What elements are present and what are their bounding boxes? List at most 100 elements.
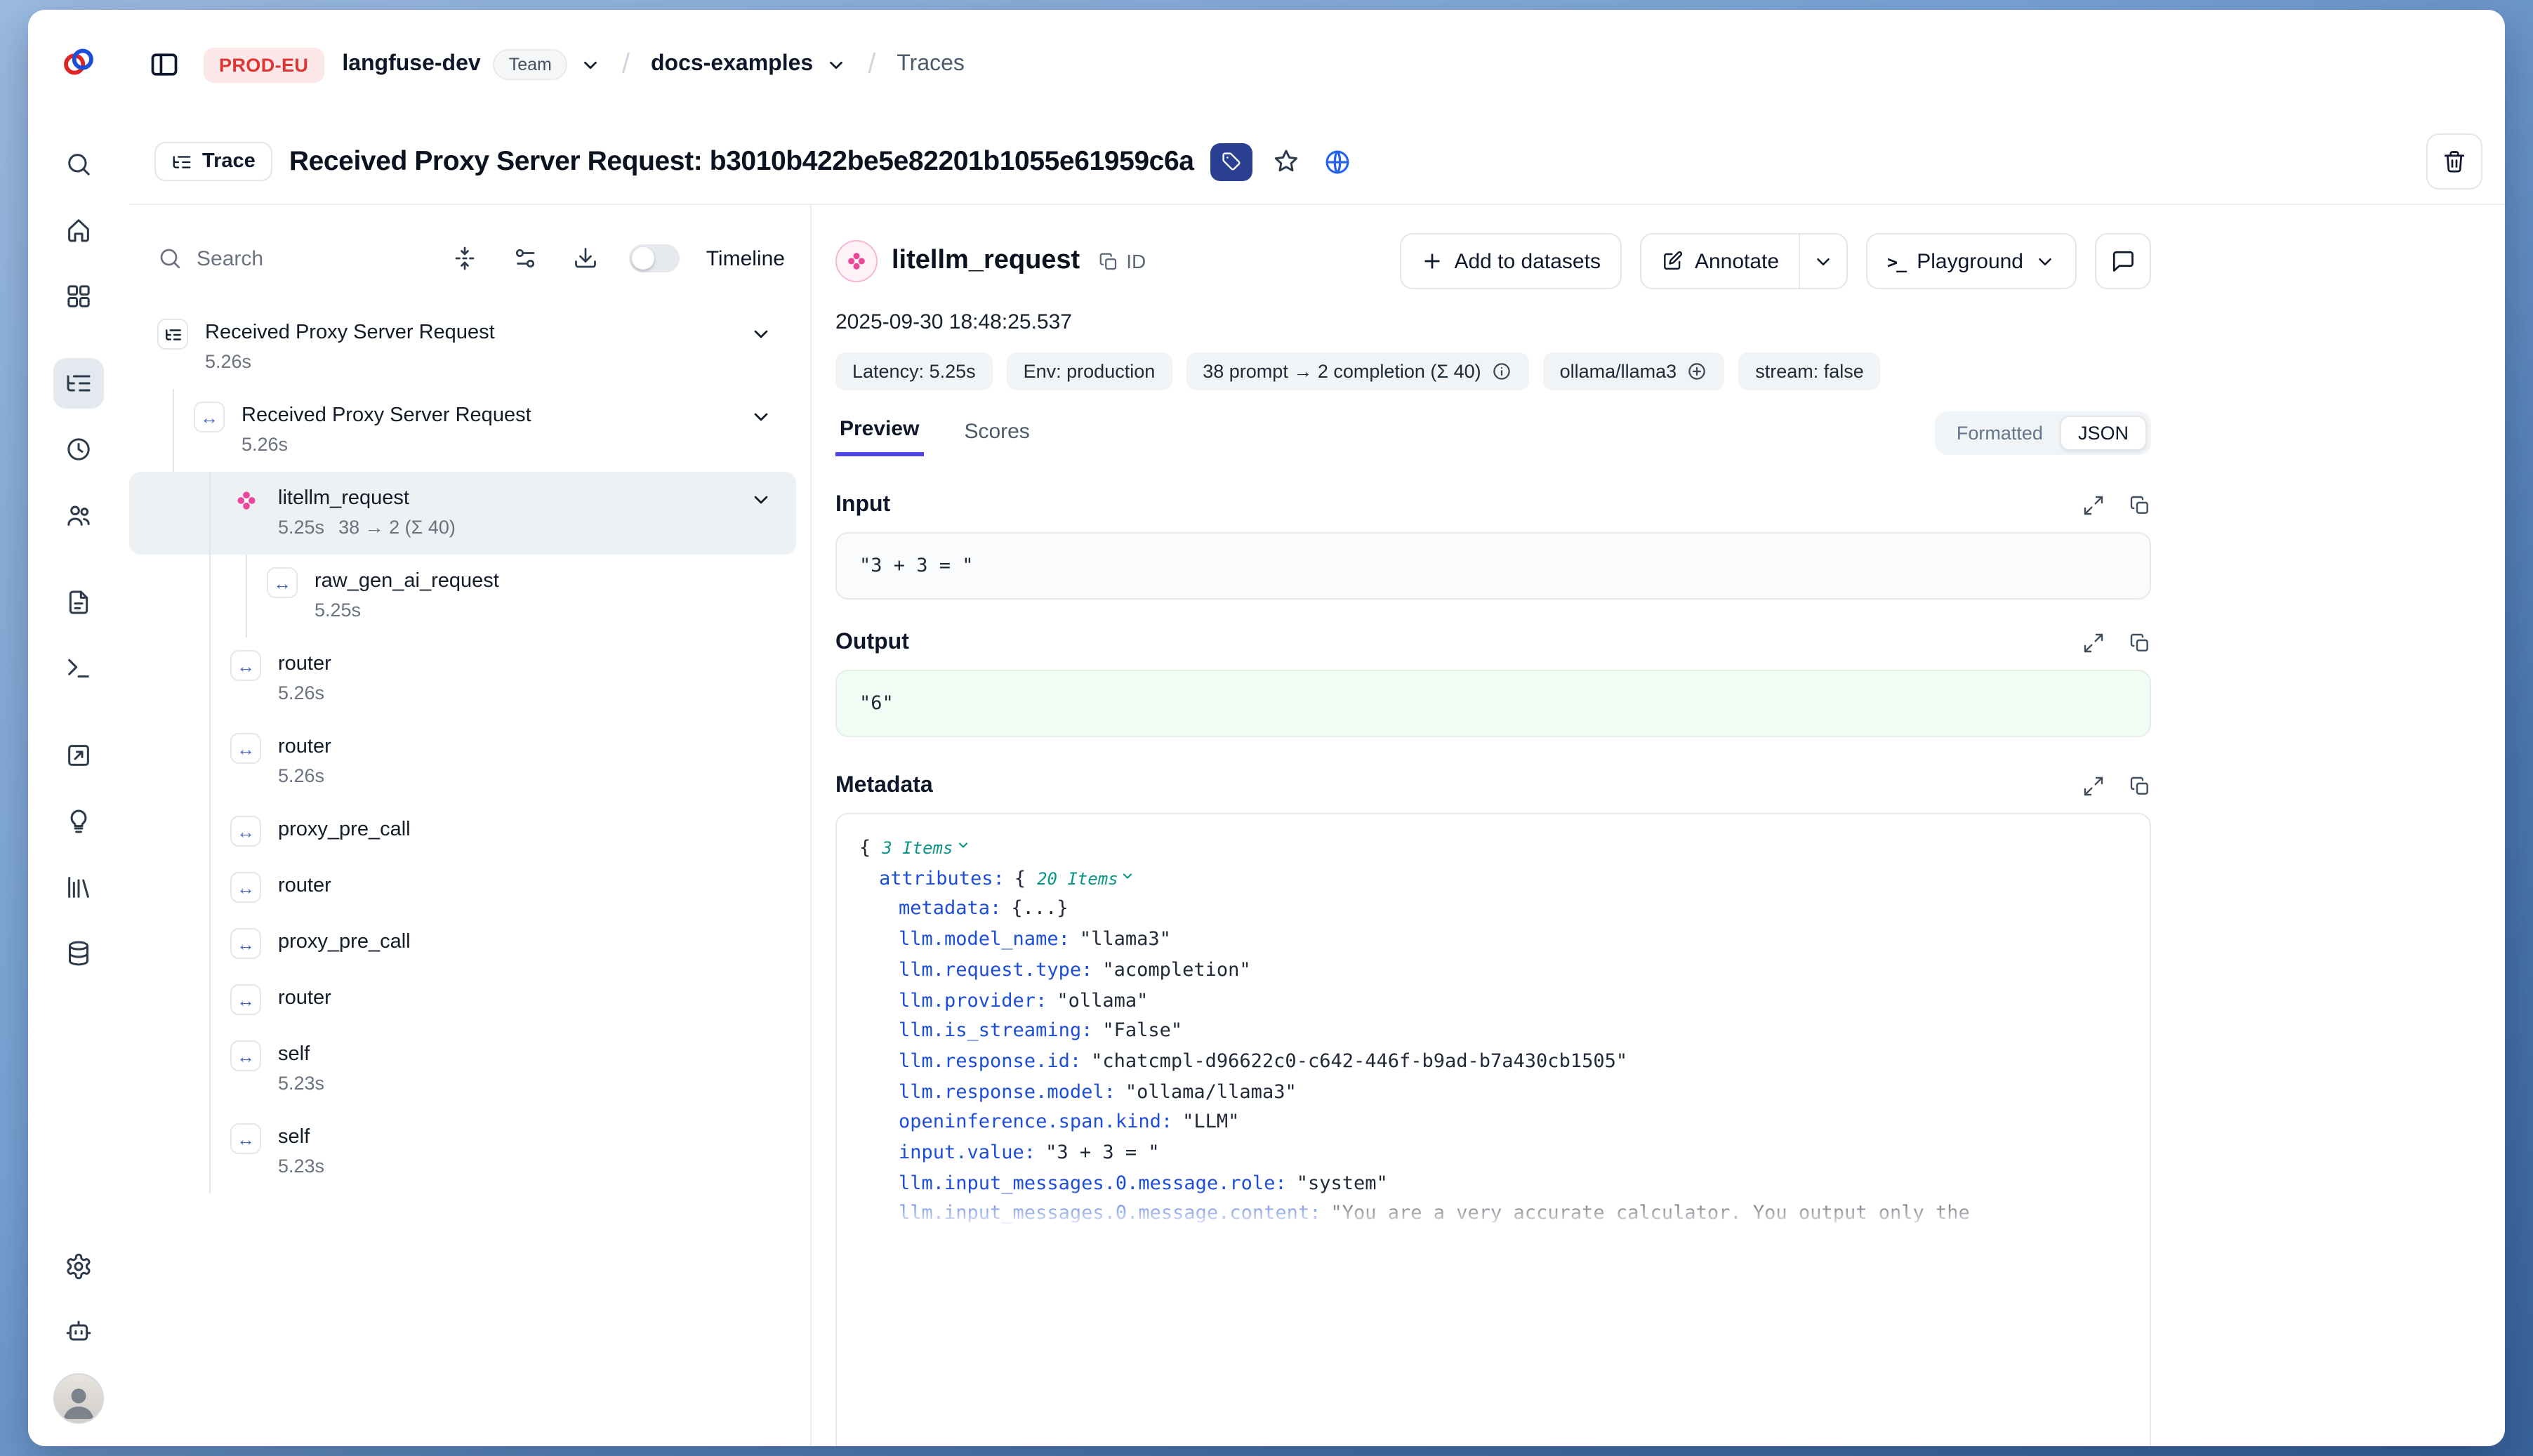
download-icon[interactable] bbox=[573, 246, 598, 271]
span-type-icon: ↔ bbox=[230, 816, 261, 847]
observation-name: litellm_request bbox=[278, 484, 456, 512]
tab[interactable]: Scores bbox=[960, 411, 1033, 454]
project-switcher[interactable]: docs-examples bbox=[651, 52, 847, 77]
items-chevron-icon[interactable] bbox=[955, 838, 970, 852]
search-input[interactable] bbox=[197, 246, 362, 270]
users-icon[interactable] bbox=[53, 490, 104, 541]
json-key[interactable]: llm.request.type: bbox=[899, 959, 1092, 981]
chevron-down-icon[interactable] bbox=[750, 406, 772, 428]
playground-button[interactable]: >_ Playground bbox=[1866, 233, 2077, 289]
trace-type-pill: Trace bbox=[154, 142, 272, 181]
chevron-down-icon[interactable] bbox=[750, 323, 772, 345]
org-switcher[interactable]: langfuse-dev Team bbox=[342, 49, 601, 80]
json-key[interactable]: metadata: bbox=[899, 898, 1001, 920]
insights-icon[interactable] bbox=[53, 796, 104, 847]
tree-row[interactable]: ↔ Received Proxy Server Request 5.26s bbox=[129, 389, 796, 472]
attribute-badge[interactable]: stream: false bbox=[1738, 352, 1881, 390]
json-key[interactable]: attributes: bbox=[879, 867, 1005, 889]
collapse-observations-icon[interactable] bbox=[452, 246, 477, 271]
observation-duration: 5.26s bbox=[278, 682, 324, 703]
observation-tree: Received Proxy Server Request 5.26s ↔ Re… bbox=[129, 306, 796, 1446]
annotate-split-button[interactable]: Annotate bbox=[1640, 233, 1848, 289]
span-type-icon: ↔ bbox=[230, 1040, 261, 1071]
badge-label: 38 prompt → 2 completion (Σ 40) bbox=[1203, 361, 1481, 382]
tree-row[interactable]: ↔ proxy_pre_call bbox=[129, 915, 796, 972]
attribute-badge[interactable]: 38 prompt → 2 completion (Σ 40) bbox=[1186, 352, 1528, 390]
chevron-down-icon[interactable] bbox=[750, 489, 772, 511]
delete-trace-button[interactable] bbox=[2426, 133, 2482, 190]
chevron-down-icon bbox=[826, 54, 847, 75]
tab[interactable]: Preview bbox=[835, 409, 923, 456]
annotate-button[interactable]: Annotate bbox=[1641, 234, 1799, 288]
tracing-icon[interactable] bbox=[53, 358, 104, 409]
expand-icon[interactable] bbox=[2082, 632, 2105, 654]
copy-id-button[interactable]: ID bbox=[1098, 250, 1146, 272]
tree-row[interactable]: ↔ router 5.26s bbox=[129, 637, 796, 720]
public-link-button[interactable] bbox=[1321, 144, 1356, 179]
tree-row[interactable]: ↔ self 5.23s bbox=[129, 1111, 796, 1193]
environment-badge[interactable]: PROD-EU bbox=[204, 47, 324, 82]
tree-row[interactable]: litellm_request 5.25s38 → 2 (Σ 40) bbox=[129, 472, 796, 555]
tree-row[interactable]: ↔ proxy_pre_call bbox=[129, 803, 796, 859]
tree-row[interactable]: ↔ router 5.26s bbox=[129, 720, 796, 803]
json-key[interactable]: llm.is_streaming: bbox=[899, 1019, 1092, 1042]
tree-row[interactable]: ↔ raw_gen_ai_request 5.25s bbox=[129, 555, 796, 637]
dashboards-icon[interactable] bbox=[53, 271, 104, 322]
expand-icon[interactable] bbox=[2082, 775, 2105, 798]
json-key[interactable]: input.value: bbox=[899, 1141, 1036, 1164]
copy-icon[interactable] bbox=[2129, 494, 2151, 517]
json-key[interactable]: llm.provider: bbox=[899, 989, 1047, 1012]
home-icon[interactable] bbox=[53, 205, 104, 256]
expand-icon[interactable] bbox=[2082, 494, 2105, 517]
copy-icon[interactable] bbox=[2129, 775, 2151, 798]
span-type-icon: ↔ bbox=[194, 402, 225, 432]
json-value: "acompletion" bbox=[1102, 959, 1250, 981]
attribute-badge[interactable]: Latency: 5.25s bbox=[835, 352, 993, 390]
observation-meta: 5.26s bbox=[242, 431, 531, 459]
evaluation-icon[interactable] bbox=[53, 730, 104, 781]
prompts-icon[interactable] bbox=[53, 577, 104, 628]
metadata-json-line: openinference.span.kind:"LLM" bbox=[859, 1108, 2127, 1139]
tags-button[interactable] bbox=[1211, 143, 1253, 180]
langfuse-logo-icon[interactable] bbox=[60, 43, 97, 86]
tree-row[interactable]: ↔ self 5.23s bbox=[129, 1028, 796, 1111]
metadata-json-line: llm.response.model:"ollama/llama3" bbox=[859, 1078, 2127, 1108]
playground-icon[interactable] bbox=[53, 643, 104, 694]
bookmark-star-button[interactable] bbox=[1270, 145, 1304, 178]
search-icon[interactable] bbox=[53, 139, 104, 190]
breadcrumb-section[interactable]: Traces bbox=[897, 52, 965, 77]
tree-row[interactable]: Received Proxy Server Request 5.26s bbox=[129, 306, 796, 389]
support-bot-icon[interactable] bbox=[53, 1307, 104, 1358]
view-options-icon[interactable] bbox=[512, 246, 538, 271]
comments-button[interactable] bbox=[2095, 233, 2151, 289]
metadata-json-line: metadata:{...} bbox=[859, 895, 2127, 925]
format-toggle-option[interactable]: JSON bbox=[2060, 415, 2147, 450]
sessions-icon[interactable] bbox=[53, 424, 104, 475]
attribute-badge[interactable]: Env: production bbox=[1007, 352, 1172, 390]
sidebar-toggle-icon[interactable] bbox=[143, 44, 185, 86]
datasets-icon[interactable] bbox=[53, 928, 104, 979]
tree-structure-icon bbox=[171, 151, 192, 172]
trace-pill-label: Trace bbox=[202, 150, 256, 173]
library-icon[interactable] bbox=[53, 862, 104, 913]
info-icon[interactable] bbox=[1491, 361, 1512, 382]
user-avatar[interactable] bbox=[53, 1373, 104, 1424]
add-to-datasets-button[interactable]: Add to datasets bbox=[1399, 233, 1622, 289]
format-toggle-option[interactable]: Formatted bbox=[1940, 416, 2060, 449]
settings-icon[interactable] bbox=[53, 1241, 104, 1292]
json-key[interactable]: llm.response.model: bbox=[899, 1080, 1116, 1103]
tree-row[interactable]: ↔ router bbox=[129, 972, 796, 1028]
annotate-options-chevron[interactable] bbox=[1799, 234, 1846, 288]
json-key[interactable]: llm.response.id: bbox=[899, 1050, 1081, 1073]
items-chevron-icon[interactable] bbox=[1121, 868, 1135, 882]
json-key[interactable]: openinference.span.kind: bbox=[899, 1111, 1172, 1134]
copy-icon[interactable] bbox=[2129, 632, 2151, 654]
attribute-badge[interactable]: ollama/llama3 bbox=[1543, 352, 1725, 390]
output-content: "6" bbox=[835, 670, 2151, 737]
circle-plus-icon[interactable] bbox=[1686, 361, 1707, 382]
badge-label: Latency: 5.25s bbox=[852, 361, 976, 382]
observation-duration: 5.26s bbox=[242, 434, 288, 455]
tree-row[interactable]: ↔ router bbox=[129, 859, 796, 915]
json-key[interactable]: llm.model_name: bbox=[899, 928, 1070, 951]
timeline-toggle[interactable] bbox=[629, 244, 680, 272]
